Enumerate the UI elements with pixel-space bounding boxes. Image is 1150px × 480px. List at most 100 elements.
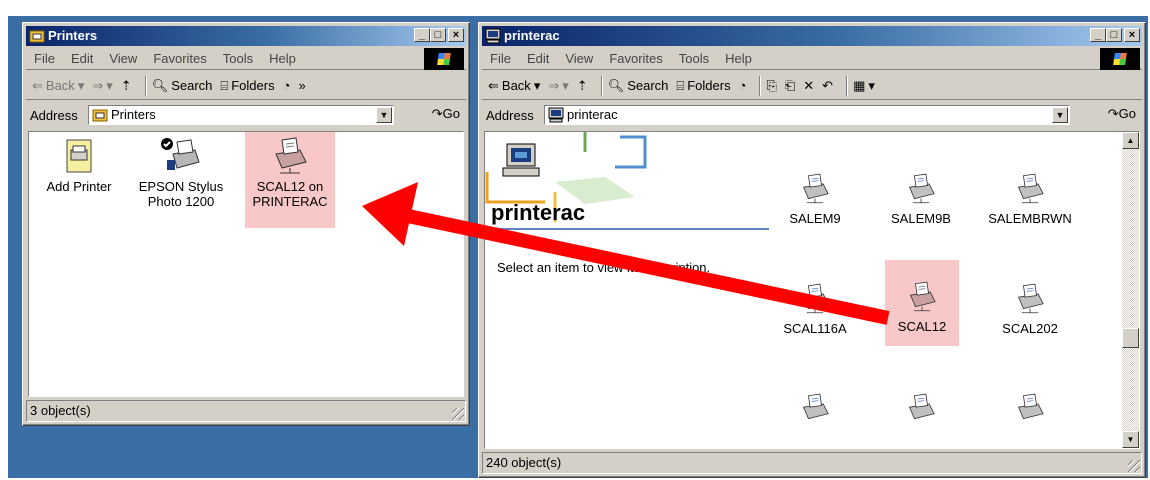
scal12-on-printerac-item[interactable]: SCAL12 on PRINTERAC: [245, 132, 335, 228]
toolbar-overflow-button[interactable]: »: [298, 72, 305, 99]
menu-file[interactable]: File: [34, 51, 55, 66]
search-button[interactable]: 🔍︎ Search: [607, 72, 669, 99]
add-printer-item[interactable]: Add Printer: [39, 138, 119, 194]
back-button[interactable]: ⇐ Back ▾: [488, 72, 541, 99]
scroll-up-button[interactable]: ▲: [1122, 132, 1139, 149]
title-bar[interactable]: printerac _ □ ×: [482, 26, 1142, 46]
back-arrow-icon: ⇐: [488, 77, 499, 93]
menu-favorites[interactable]: Favorites: [153, 51, 206, 66]
dropdown-arrow-icon: ▾: [533, 77, 541, 93]
printer-item[interactable]: SALEM9B: [883, 170, 959, 226]
menu-view[interactable]: View: [565, 51, 593, 66]
delete-icon: ✕: [803, 77, 815, 93]
forward-button[interactable]: ⇒ ▾: [92, 72, 113, 99]
item-label: Add Printer: [46, 179, 112, 194]
menu-view[interactable]: View: [109, 51, 137, 66]
menu-edit[interactable]: Edit: [527, 51, 549, 66]
menu-help[interactable]: Help: [269, 51, 296, 66]
toolbar-separator: [759, 75, 762, 96]
menu-tools[interactable]: Tools: [679, 51, 709, 66]
forward-button[interactable]: ⇒ ▾: [548, 72, 569, 99]
network-printer-icon: [1017, 173, 1044, 204]
search-button[interactable]: 🔍︎ Search: [151, 72, 213, 99]
up-folder-icon: ⇡: [576, 77, 588, 93]
default-printer-icon: [161, 138, 200, 170]
address-field[interactable]: printerac ▼: [544, 105, 1070, 125]
scroll-thumb[interactable]: [1122, 328, 1139, 348]
folders-button[interactable]: ⌸ Folders: [220, 72, 274, 99]
address-dropdown-button[interactable]: ▼: [376, 107, 392, 123]
delete-button[interactable]: ✕: [803, 72, 815, 99]
dropdown-arrow-icon: ▾: [106, 77, 113, 93]
maximize-button[interactable]: □: [1106, 28, 1122, 42]
menu-favorites[interactable]: Favorites: [609, 51, 662, 66]
menu-bar: File Edit View Favorites Tools Help: [26, 48, 466, 70]
heading-rule: [487, 228, 769, 230]
scroll-down-button[interactable]: ▼: [1122, 431, 1139, 448]
address-value: Printers: [111, 107, 156, 122]
undo-icon: ↶: [822, 77, 834, 93]
window-title: printerac: [504, 28, 560, 43]
printers-folder-icon: [92, 109, 108, 122]
copy-to-icon: ⎗: [784, 77, 796, 93]
up-folder-button[interactable]: ⇡: [576, 72, 588, 99]
printer-item[interactable]: [985, 390, 1075, 429]
folders-icon: ⌸: [220, 77, 229, 93]
printers-window: Printers _ □ × File Edit View Favorites Tool…: [22, 22, 470, 426]
toolbar-separator: [846, 75, 849, 96]
title-bar[interactable]: Printers _ □ ×: [26, 26, 466, 46]
resize-grip-icon[interactable]: [452, 408, 464, 420]
address-value: printerac: [567, 107, 618, 122]
dropdown-arrow-icon: ▾: [562, 77, 569, 93]
forward-arrow-icon: ⇒: [92, 77, 104, 93]
history-button[interactable]: ◔: [283, 72, 291, 99]
printer-item[interactable]: SCAL116A: [777, 280, 853, 336]
address-dropdown-button[interactable]: ▼: [1052, 107, 1068, 123]
search-icon: 🔍︎: [151, 77, 169, 93]
go-button[interactable]: ↷Go: [1108, 106, 1136, 122]
menu-file[interactable]: File: [490, 51, 511, 66]
toolbar: ⇐ Back ▾ ⇒ ▾ ⇡ 🔍︎ Search ⌸ Folders ◔ »: [26, 72, 466, 100]
network-printer-icon: [802, 393, 829, 420]
epson-printer-item[interactable]: EPSON Stylus Photo 1200: [137, 136, 225, 209]
printer-item[interactable]: SALEM9: [777, 170, 853, 226]
move-to-button[interactable]: ⎘: [766, 72, 776, 99]
close-button[interactable]: ×: [1124, 28, 1140, 42]
minimize-button[interactable]: _: [414, 28, 430, 42]
network-printer-icon: [1017, 393, 1044, 420]
minimize-button[interactable]: _: [1090, 28, 1106, 42]
printer-item[interactable]: SCAL202: [985, 280, 1075, 336]
folders-icon: ⌸: [676, 77, 685, 93]
views-button[interactable]: ▦ ▾: [853, 72, 875, 99]
maximize-button[interactable]: □: [430, 28, 446, 42]
network-printer-icon: [1017, 283, 1044, 314]
resize-grip-icon[interactable]: [1128, 460, 1140, 472]
menu-help[interactable]: Help: [725, 51, 752, 66]
up-folder-button[interactable]: ⇡: [121, 72, 132, 99]
undo-button[interactable]: ↶: [822, 72, 834, 99]
scal12-printer-item[interactable]: SCAL12: [885, 260, 959, 346]
network-printer-icon: [908, 393, 935, 420]
printer-item[interactable]: SALEMBRWN: [985, 170, 1075, 226]
menu-edit[interactable]: Edit: [71, 51, 93, 66]
window-title: Printers: [48, 28, 98, 43]
history-button[interactable]: ◔: [738, 72, 747, 99]
printer-item[interactable]: [777, 390, 853, 429]
vertical-scrollbar[interactable]: ▲ ▼: [1122, 132, 1139, 448]
address-label: Address: [30, 107, 78, 123]
views-icon: ▦: [853, 77, 866, 93]
address-field[interactable]: Printers ▼: [88, 105, 394, 125]
item-label: SCAL116A: [783, 321, 847, 336]
go-button[interactable]: ↷Go: [432, 106, 460, 122]
search-icon: 🔍︎: [607, 77, 625, 93]
windows-logo-icon: [1100, 48, 1140, 70]
close-button[interactable]: ×: [448, 28, 464, 42]
printer-item[interactable]: [883, 390, 959, 429]
folders-button[interactable]: ⌸ Folders: [676, 72, 730, 99]
menu-tools[interactable]: Tools: [223, 51, 253, 66]
address-bar: Address printerac ▼ ↷Go: [482, 102, 1142, 128]
copy-to-button[interactable]: ⎗: [784, 72, 796, 99]
history-icon: ◔: [738, 77, 747, 93]
network-printer-icon: [802, 283, 829, 314]
back-button[interactable]: ⇐ Back ▾: [32, 72, 84, 99]
